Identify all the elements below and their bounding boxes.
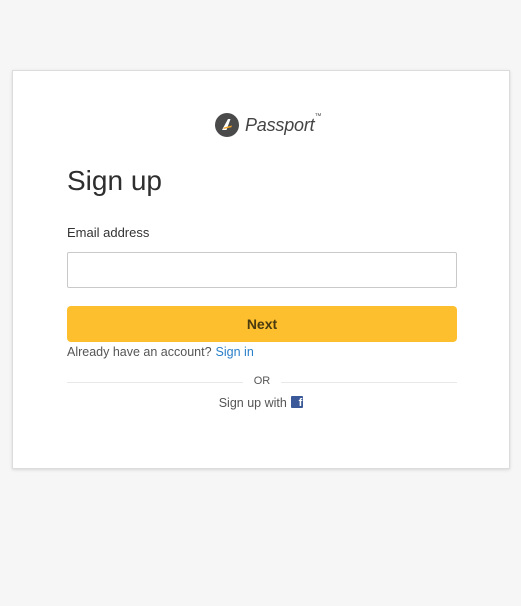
- email-label: Email address: [67, 225, 150, 240]
- passport-logo-icon: [215, 113, 239, 137]
- social-signup: Sign up with f: [13, 396, 509, 410]
- social-signup-label: Sign up with: [218, 396, 287, 410]
- facebook-icon[interactable]: f: [291, 396, 304, 409]
- brand-logo: Passport™: [215, 112, 321, 138]
- divider-right: [281, 382, 457, 383]
- account-prompt-text: Already have an account?: [67, 345, 212, 359]
- brand-name: Passport™: [245, 112, 322, 135]
- sign-in-prompt: Already have an account? Sign in: [67, 345, 254, 359]
- or-divider-label: OR: [253, 375, 271, 387]
- signup-card: Passport™ Sign up Email address Next Alr…: [12, 70, 510, 469]
- next-button[interactable]: Next: [67, 306, 457, 342]
- email-field[interactable]: [67, 252, 457, 288]
- sign-in-link[interactable]: Sign in: [216, 345, 254, 359]
- divider-left: [67, 382, 243, 383]
- page-title: Sign up: [67, 165, 162, 196]
- trademark-symbol: ™: [314, 112, 322, 120]
